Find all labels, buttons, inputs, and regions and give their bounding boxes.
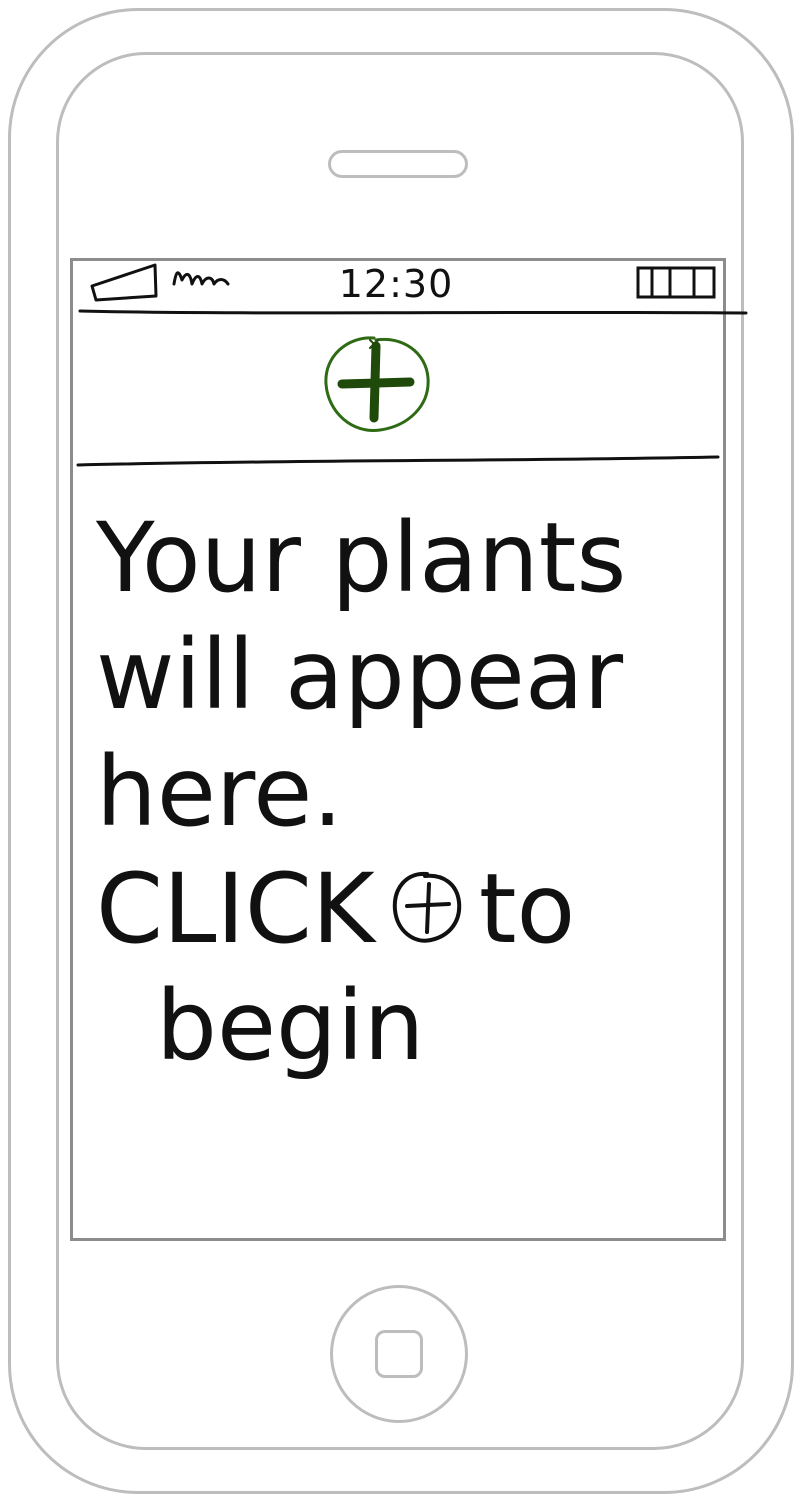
add-plant-button[interactable]	[318, 332, 438, 442]
empty-state-line-1: Your plants	[96, 502, 627, 614]
plus-circle-icon	[387, 868, 467, 948]
empty-state-line-2: will appear	[96, 619, 624, 732]
to-label: to	[478, 853, 576, 966]
phone-speaker	[328, 150, 468, 178]
home-button[interactable]	[330, 1285, 468, 1423]
click-label: CLICK	[96, 853, 375, 966]
empty-state-line-3: here.	[96, 736, 343, 849]
empty-state-line-4: CLICK to	[96, 851, 716, 968]
empty-state-line-5: begin	[156, 970, 425, 1083]
empty-state-message: Your plants will appear here. CLICK to be…	[96, 500, 716, 1086]
plus-circle-icon	[324, 336, 430, 432]
home-square-icon	[375, 1330, 423, 1378]
status-time: 12:30	[338, 262, 454, 306]
